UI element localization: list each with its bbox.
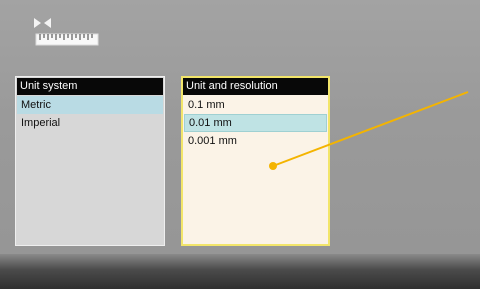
- unit-resolution-panel: Unit and resolution 0.1 mm 0.01 mm 0.001…: [181, 76, 330, 246]
- resolution-option-0-1-mm[interactable]: 0.1 mm: [184, 96, 327, 114]
- resolution-option-0-001-mm[interactable]: 0.001 mm: [184, 132, 327, 150]
- ruler-body: [35, 33, 99, 46]
- arrow-left-icon: [44, 18, 51, 28]
- bottom-bar: [0, 254, 480, 289]
- resolution-option-0-01-mm[interactable]: 0.01 mm: [184, 114, 327, 132]
- arrow-right-icon: [34, 18, 41, 28]
- unit-system-title: Unit system: [17, 78, 163, 95]
- ruler-measure-icon: [34, 18, 99, 46]
- unit-system-option-metric[interactable]: Metric: [17, 96, 163, 114]
- unit-system-panel: Unit system Metric Imperial: [15, 76, 165, 246]
- unit-system-option-imperial[interactable]: Imperial: [17, 114, 163, 132]
- unit-resolution-title: Unit and resolution: [183, 78, 328, 95]
